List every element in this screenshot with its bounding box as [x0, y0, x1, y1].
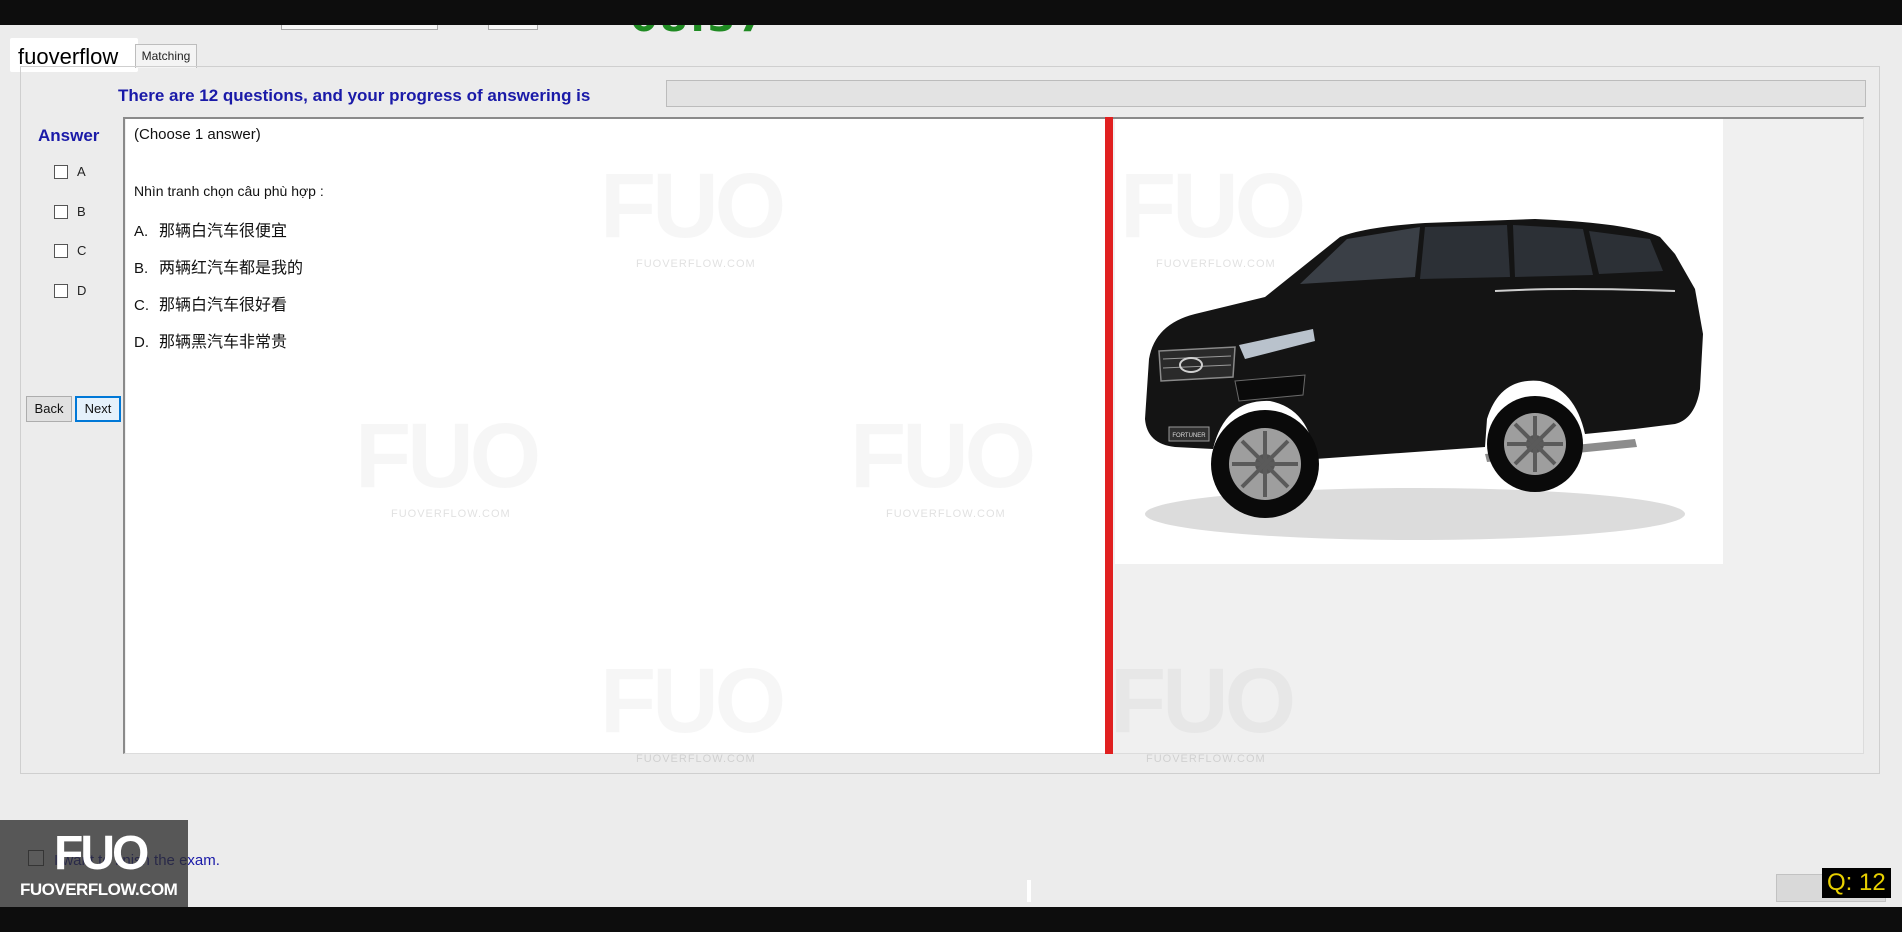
watermark-site: FUOVERFLOW.COM — [1156, 258, 1276, 270]
watermark: FUO FUOVERFLOW.COM — [600, 655, 810, 765]
mouse-cursor — [1027, 880, 1031, 902]
option-text: 那辆白汽车很便宜 — [159, 221, 288, 240]
red-divider — [1105, 117, 1113, 754]
progress-label: There are 12 questions, and your progres… — [118, 86, 591, 105]
font-size-combobox[interactable] — [488, 25, 538, 30]
fuo-watermark-badge: FUO FUOVERFLOW.COM — [0, 820, 188, 907]
plate-text: FORTUNER — [1172, 433, 1206, 439]
top-black-bar — [0, 0, 1902, 25]
answer-option-label: D — [77, 283, 87, 298]
option-letter: C. — [134, 297, 149, 314]
checkbox-d[interactable] — [54, 284, 68, 298]
watermark-logo: FUO — [1110, 655, 1320, 747]
question-option-b: B. 两辆红汽车都是我的 — [134, 254, 303, 278]
watermark-site: FUOVERFLOW.COM — [636, 258, 756, 270]
watermark-logo: FUO — [850, 410, 1060, 502]
watermark: FUO FUOVERFLOW.COM — [600, 160, 810, 270]
question-hint: (Choose 1 answer) — [134, 126, 261, 143]
checkbox-c[interactable] — [54, 244, 68, 258]
watermark-logo: FUO — [600, 160, 810, 252]
watermark: FUO FUOVERFLOW.COM — [355, 410, 565, 520]
watermark-site: FUOVERFLOW.COM — [391, 508, 511, 520]
option-letter: A. — [134, 223, 149, 240]
answer-option-label: B — [77, 204, 86, 219]
question-option-c: C. 那辆白汽车很好看 — [134, 291, 287, 315]
question-counter: Q: 12 — [1822, 868, 1891, 898]
option-text: 那辆白汽车很好看 — [159, 295, 288, 314]
fuo-logo: FUO — [54, 827, 149, 880]
answer-option-c[interactable]: C — [54, 241, 114, 263]
watermark-site: FUOVERFLOW.COM — [636, 753, 756, 765]
next-button[interactable]: Next — [75, 396, 121, 422]
back-button[interactable]: Back — [26, 396, 72, 422]
answer-option-label: C — [77, 243, 87, 258]
option-text: 那辆黑汽车非常贵 — [159, 332, 288, 351]
exam-code-combobox[interactable] — [281, 25, 438, 30]
checkbox-a[interactable] — [54, 165, 68, 179]
question-prompt: Nhìn tranh chọn câu phù hợp : — [134, 183, 324, 199]
watermark: FUO FUOVERFLOW.COM — [1110, 655, 1320, 765]
progress-bar — [666, 80, 1866, 107]
tab-matching[interactable]: Matching — [135, 44, 197, 68]
answer-option-d[interactable]: D — [54, 281, 114, 303]
watermark-logo: FUO — [600, 655, 810, 747]
watermark-site: FUOVERFLOW.COM — [1146, 753, 1266, 765]
answer-option-b[interactable]: B — [54, 202, 114, 224]
option-letter: B. — [134, 260, 149, 277]
watermark-site: FUOVERFLOW.COM — [886, 508, 1006, 520]
watermark: FUO FUOVERFLOW.COM — [850, 410, 1060, 520]
fuo-site: FUOVERFLOW.COM — [20, 880, 178, 899]
checkbox-b[interactable] — [54, 205, 68, 219]
watermark: FUO FUOVERFLOW.COM — [1120, 160, 1330, 270]
question-option-a: A. 那辆白汽车很便宜 — [134, 217, 287, 241]
answer-title: Answer — [38, 126, 100, 145]
option-letter: D. — [134, 334, 149, 351]
timer-text: 08:37 — [630, 25, 767, 37]
question-option-d: D. 那辆黑汽车非常贵 — [134, 328, 287, 352]
answer-option-a[interactable]: A — [54, 162, 114, 184]
answer-option-label: A — [77, 164, 86, 179]
timer-display: 08:37 — [630, 25, 810, 37]
watermark-logo: FUO — [1120, 160, 1330, 252]
option-text: 两辆红汽车都是我的 — [159, 258, 304, 277]
bottom-black-bar — [0, 907, 1902, 932]
watermark-logo: FUO — [355, 410, 565, 502]
